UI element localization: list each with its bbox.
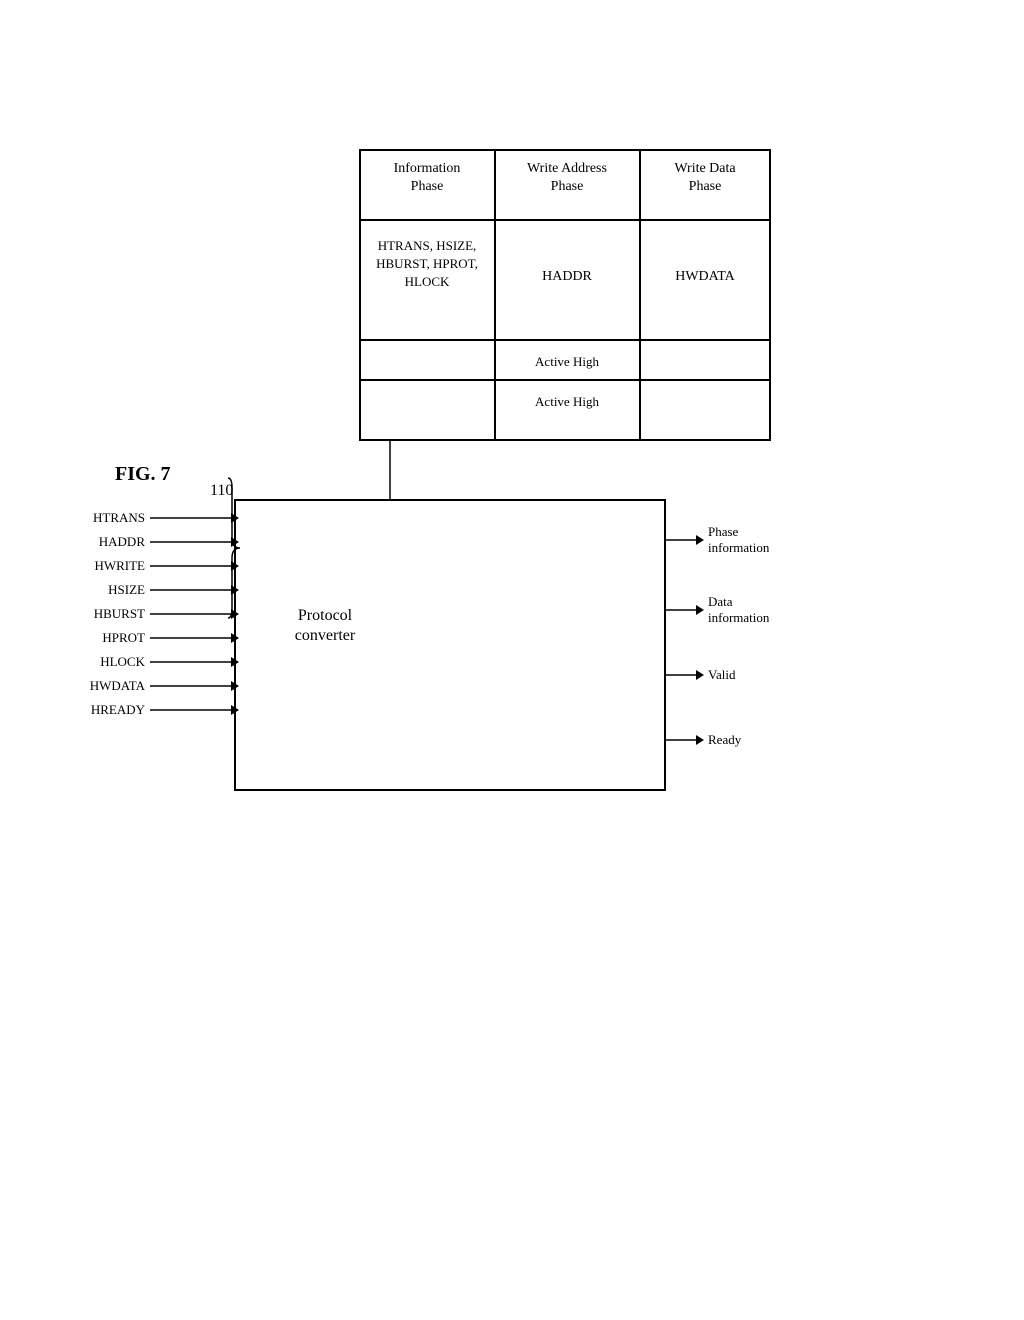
protocol-label-line1: Protocol — [298, 607, 353, 624]
col2-header-l2: Phase — [551, 179, 584, 194]
hsize-label: HSIZE — [108, 582, 145, 597]
r1c3: HWDATA — [675, 269, 735, 284]
page-container: FIG. 7 Protocol converter 110 HTRANS HAD… — [0, 0, 1024, 1320]
hready-label: HREADY — [91, 702, 146, 717]
data-info-out-label1: Data — [708, 594, 733, 609]
r1c1-l2: HBURST, HPROT, — [376, 256, 478, 271]
col3-header-l2: Phase — [689, 179, 722, 194]
protocol-box — [235, 500, 665, 790]
data-info-out-label2: information — [708, 610, 770, 625]
col1-header-l2: Phase — [411, 179, 444, 194]
hwrite-label: HWRITE — [94, 558, 145, 573]
data-info-arrow — [696, 605, 704, 615]
figure-label: FIG. 7 — [115, 463, 171, 485]
r1c1-l3: HLOCK — [405, 274, 450, 289]
hwdata-label: HWDATA — [90, 678, 146, 693]
ready-arrow — [696, 735, 704, 745]
diagram-svg: FIG. 7 Protocol converter 110 HTRANS HAD… — [60, 120, 960, 1320]
col2-header-l1: Write Address — [527, 161, 607, 176]
r1c1-l1: HTRANS, HSIZE, — [378, 238, 477, 253]
hburst-label: HBURST — [94, 606, 145, 621]
ready-out-label: Ready — [708, 732, 742, 747]
htrans-label: HTRANS — [93, 510, 145, 525]
valid-arrow — [696, 670, 704, 680]
box-number: 110 — [210, 482, 233, 499]
col3-header-l1: Write Data — [674, 161, 736, 176]
phase-info-arrow — [696, 535, 704, 545]
phase-info-out-label2: information — [708, 540, 770, 555]
hlock-label: HLOCK — [100, 654, 145, 669]
valid-out-label: Valid — [708, 667, 736, 682]
r2c2: Active High — [535, 354, 599, 369]
r1c2: HADDR — [542, 269, 592, 284]
haddr-label: HADDR — [99, 534, 146, 549]
r3c2: Active High — [535, 394, 599, 409]
phase-info-out-label1: Phase — [708, 524, 739, 539]
page-header — [60, 40, 964, 44]
protocol-label-line2: converter — [295, 627, 356, 644]
hprot-label: HPROT — [102, 630, 145, 645]
col1-header-l1: Information — [394, 161, 461, 176]
